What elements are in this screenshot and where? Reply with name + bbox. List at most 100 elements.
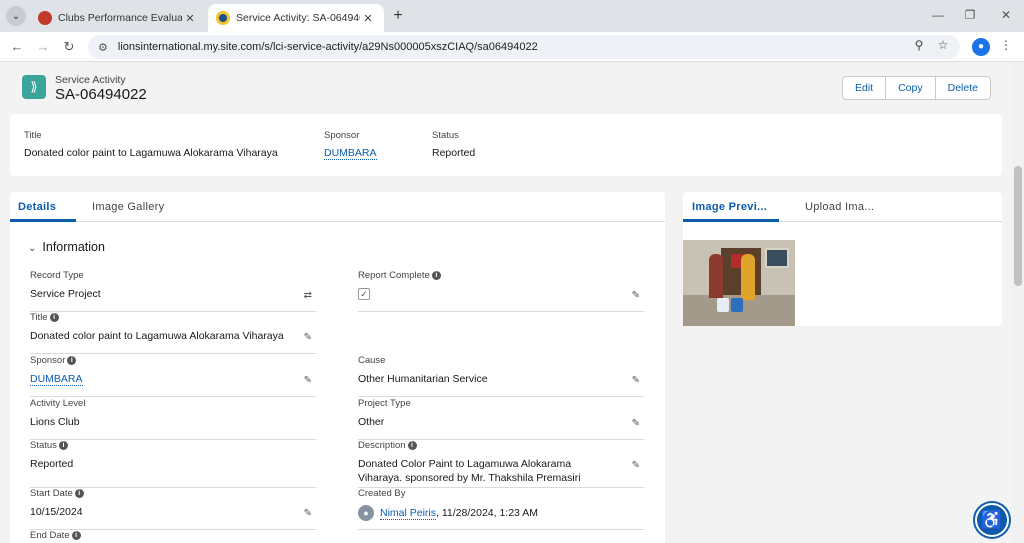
field-value: 10/15/2024 [30,506,83,518]
field-label: End Date [30,530,70,541]
divider [358,311,644,312]
highlight-title: Title Donated color paint to Lagamuwa Al… [24,130,278,159]
url-text: lionsinternational.my.site.com/s/lci-ser… [117,41,538,53]
address-bar: ← → ↻ ⚙ lionsinternational.my.site.com/s… [0,32,1024,62]
field-created-by: Created By ● Nimal Peiris, 11/28/2024, 1:… [358,488,644,530]
field-status: Status i Reported [30,440,316,488]
info-icon[interactable]: i [58,441,68,450]
back-icon[interactable]: ← [8,38,26,56]
edit-button[interactable]: Edit [843,77,887,99]
delete-button[interactable]: Delete [936,77,990,99]
highlight-label: Sponsor [324,130,360,141]
highlight-value: Reported [432,147,476,159]
info-icon[interactable]: i [74,489,84,498]
tab-title: Clubs Performance Evaluation S [58,12,182,24]
field-report-complete: Report Complete i ✓ ✎ [358,270,644,312]
tab-search-chevron-icon[interactable]: ⌄ [6,6,26,26]
highlights-panel: Title Donated color paint to Lagamuwa Al… [10,114,1002,176]
edit-pencil-icon[interactable]: ✎ [304,508,312,519]
accessibility-icon[interactable]: ♿ [975,503,1009,537]
tab-upload-image[interactable]: Upload Ima... [805,201,874,213]
field-value: Reported [30,458,74,470]
tab-image-gallery[interactable]: Image Gallery [92,201,164,213]
url-field[interactable]: ⚙ lionsinternational.my.site.com/s/lci-s… [88,35,960,59]
tab-details[interactable]: Details [18,201,56,213]
reload-icon[interactable]: ↻ [60,38,78,56]
edit-pencil-icon[interactable]: ✎ [304,375,312,386]
record-actions: Edit Copy Delete [842,76,991,100]
minimize-icon[interactable]: — [928,8,948,22]
edit-pencil-icon[interactable]: ✎ [304,332,312,343]
forward-icon[interactable]: → [34,38,52,56]
lions-favicon-icon [216,11,230,25]
sponsor-link[interactable]: DUMBARA [324,147,377,160]
image-preview-card: Image Previ... Upload Ima... [683,192,1002,326]
profile-avatar-icon[interactable]: ● [972,38,990,56]
tab-image-preview[interactable]: Image Previ... [692,201,767,213]
field-value: Other Humanitarian Service [358,373,488,385]
field-description: Description i Donated Color Paint to Laga… [358,440,644,488]
edit-pencil-icon[interactable]: ✎ [632,375,640,386]
field-label: Report Complete [358,270,430,281]
info-icon[interactable]: i [67,356,77,365]
scrollbar-thumb[interactable] [1014,166,1022,286]
browser-tab-clubs[interactable]: Clubs Performance Evaluation S ✕ [30,4,206,32]
info-icon[interactable]: i [71,531,81,540]
divider [358,396,644,397]
sponsor-link[interactable]: DUMBARA [30,373,83,386]
field-title: Title i Donated color paint to Lagamuwa A… [30,312,316,354]
copy-button[interactable]: Copy [886,77,936,99]
page-scrollbar[interactable] [1012,62,1024,543]
photo-paint-bucket [717,298,729,312]
tab-title: Service Activity: SA-06494022 [236,12,360,24]
browser-tab-strip: ⌄ Clubs Performance Evaluation S ✕ Servi… [0,0,1024,32]
field-label: Start Date [30,488,73,499]
highlight-value: Donated color paint to Lagamuwa Alokaram… [24,147,278,159]
change-record-type-icon[interactable]: ⇄ [304,290,312,301]
edit-pencil-icon[interactable]: ✎ [632,290,640,301]
field-label: Project Type [358,398,411,409]
field-cause: Cause Other Humanitarian Service ✎ [358,355,644,397]
divider [358,529,644,530]
highlight-status: Status Reported [432,130,475,159]
created-by-user-link[interactable]: Nimal Peiris [380,506,437,520]
field-activity-level: Activity Level Lions Club [30,398,316,440]
field-value: Service Project [30,288,101,300]
details-tabs: Details Image Gallery [10,192,665,222]
active-tab-indicator [683,219,779,222]
close-window-icon[interactable]: ✕ [996,8,1016,22]
service-activity-icon: ⟫ [22,75,46,99]
edit-pencil-icon[interactable]: ✎ [632,460,640,471]
location-pin-icon[interactable]: ⚲ [910,38,928,52]
new-tab-button[interactable]: + [388,6,408,26]
divider [30,353,316,354]
browser-menu-icon[interactable]: ⋮ [1000,38,1012,52]
photo-window [765,248,789,268]
information-section-toggle[interactable]: ⌄ Information [28,240,105,254]
chevron-down-icon: ⌄ [28,243,37,254]
browser-tab-service-activity[interactable]: Service Activity: SA-06494022 ✕ [208,4,384,32]
field-value: Donated color paint to Lagamuwa Alokaram… [30,330,284,342]
created-timestamp: , 11/28/2024, 1:23 AM [436,506,538,519]
highlight-label: Title [24,130,42,141]
field-record-type: Record Type Service Project ⇄ [30,270,316,312]
edit-pencil-icon[interactable]: ✎ [632,418,640,429]
close-tab-icon[interactable]: ✕ [360,12,376,25]
highlight-sponsor: Sponsor DUMBARA [324,130,377,160]
divider [30,396,316,397]
page-body: ⟫ Service Activity SA-06494022 Edit Copy… [0,62,1024,543]
info-icon[interactable]: i [431,271,441,280]
details-card: Details Image Gallery ⌄ Information Recor… [10,192,665,543]
restore-icon[interactable]: ❐ [960,8,980,22]
info-icon[interactable]: i [407,441,417,450]
field-label: Status [30,440,57,451]
activity-photo[interactable] [683,240,795,326]
field-start-date: Start Date i 10/15/2024 ✎ [30,488,316,530]
record-header: ⟫ Service Activity SA-06494022 Edit Copy… [10,70,1002,114]
info-icon[interactable]: i [49,313,59,322]
lions-favicon-icon [38,11,52,25]
bookmark-star-icon[interactable]: ☆ [934,38,952,52]
record-name: SA-06494022 [55,86,147,103]
close-tab-icon[interactable]: ✕ [182,12,198,25]
site-info-icon[interactable]: ⚙ [98,41,108,54]
